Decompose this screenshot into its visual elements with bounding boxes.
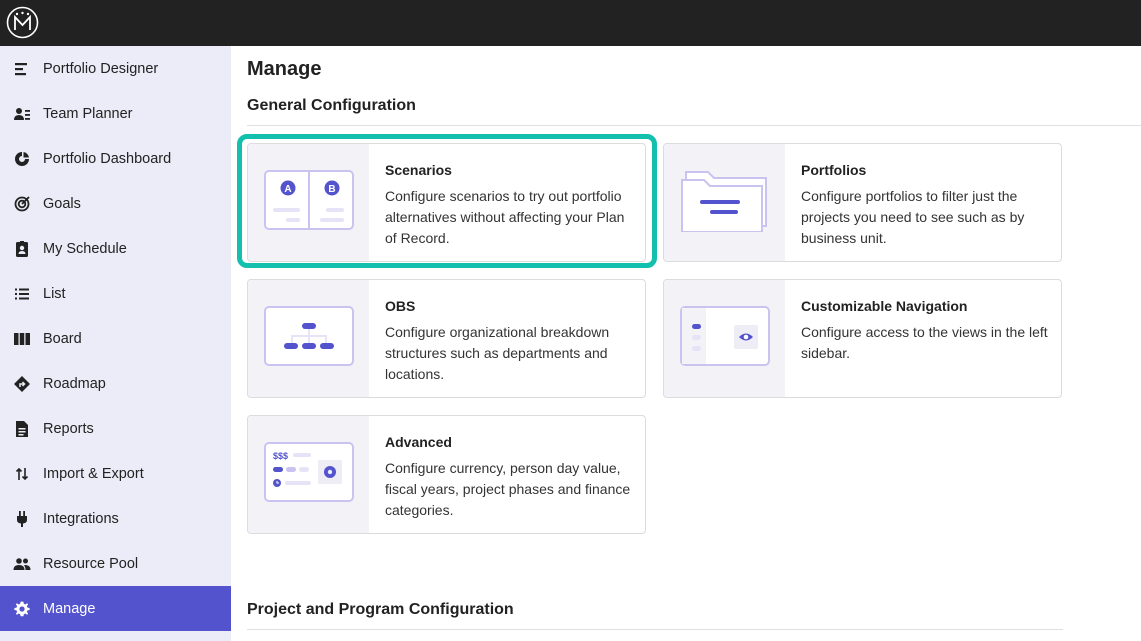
scenarios-thumbnail: A B [248,144,369,261]
team-planner-icon [14,107,30,120]
sidebar-item-label: Manage [43,600,96,617]
page-title: Manage [247,58,322,80]
m-logo-icon[interactable] [6,6,39,39]
card-title: Customizable Navigation [801,298,968,314]
gear-icon [14,601,30,616]
svg-text:A: A [284,184,291,195]
svg-text:B: B [328,184,335,195]
sidebar-item-list[interactable]: List [0,271,231,316]
section-divider [247,629,1063,630]
goals-icon [14,195,30,211]
section-divider [247,125,1141,126]
sidebar-item-reports[interactable]: Reports [0,406,231,451]
sidebar-item-label: Import & Export [43,465,144,482]
advanced-settings-icon: $$$ [264,442,354,502]
card-title: Portfolios [801,162,867,178]
sidebar-item-manage[interactable]: Manage [0,586,231,631]
card-description: Configure scenarios to try out portfolio… [385,188,625,246]
sidebar-item-label: Reports [43,420,94,437]
sidebar-item-label: Portfolio Designer [43,60,159,77]
sidebar-item-label: Resource Pool [43,555,139,572]
sidebar-item-board[interactable]: Board [0,316,231,361]
sidebar-item-label: Portfolio Dashboard [43,150,172,167]
customizable-navigation-card[interactable]: Customizable Navigation Configure access… [663,279,1062,398]
folder-icon [681,171,767,232]
sidebar-item-resource-pool[interactable]: Resource Pool [0,541,231,586]
card-description: Configure portfolios to filter just the … [801,188,1025,246]
sidebar-item-team-planner[interactable]: Team Planner [0,91,231,136]
top-bar [0,0,1141,46]
card-description: Configure organizational breakdown struc… [385,324,610,382]
sidebar-item-roadmap[interactable]: Roadmap [0,361,231,406]
sidebar-item-label: Team Planner [43,105,133,122]
main-content: Manage General Configuration A B Scenari… [231,46,1141,641]
sidebar-item-label: Goals [43,195,81,212]
sidebar-item-my-schedule[interactable]: My Schedule [0,226,231,271]
section-title-general-configuration: General Configuration [247,97,416,114]
navigation-eye-icon [680,306,770,366]
section-title-project-program-configuration: Project and Program Configuration [247,601,514,618]
portfolios-card[interactable]: Portfolios Configure portfolios to filte… [663,143,1062,262]
scenarios-card[interactable]: A B Scenarios Configure scenarios to try… [247,143,646,262]
sidebar-item-integrations[interactable]: Integrations [0,496,231,541]
sidebar-item-label: List [43,285,66,302]
sidebar: Portfolio Designer Team Planner Portfoli… [0,46,231,641]
import-export-icon [15,467,29,480]
card-title: Scenarios [385,162,452,178]
dashboard-icon [15,151,29,166]
scenarios-book-icon: A B [264,170,354,230]
sidebar-item-label: Integrations [43,510,119,527]
obs-thumbnail [248,280,369,397]
sidebar-item-portfolio-dashboard[interactable]: Portfolio Dashboard [0,136,231,181]
people-icon [13,557,31,570]
sidebar-item-label: My Schedule [43,240,127,257]
advanced-thumbnail: $$$ [248,416,369,533]
reports-icon [16,420,28,437]
navigation-thumbnail [664,280,785,397]
portfolio-designer-icon [15,62,27,75]
sidebar-item-goals[interactable]: Goals [0,181,231,226]
sidebar-item-label: Roadmap [43,375,106,392]
obs-card[interactable]: OBS Configure organizational breakdown s… [247,279,646,398]
sidebar-item-label: Board [43,330,82,347]
card-description: Configure access to the views in the lef… [801,324,1048,361]
board-icon [14,332,30,345]
sidebar-item-import-export[interactable]: Import & Export [0,451,231,496]
plug-icon [17,510,27,527]
roadmap-icon [14,375,30,392]
portfolios-thumbnail [664,144,785,261]
list-icon [15,288,29,299]
advanced-card[interactable]: $$$ Advanced Configure currency, person … [247,415,646,534]
card-description: Configure currency, person day value, fi… [385,460,631,518]
card-title: Advanced [385,434,452,450]
schedule-icon [16,240,28,257]
card-title: OBS [385,298,416,314]
org-chart-icon [264,306,354,366]
currency-symbol-text: $$$ [273,451,288,461]
sidebar-item-portfolio-designer[interactable]: Portfolio Designer [0,46,231,91]
